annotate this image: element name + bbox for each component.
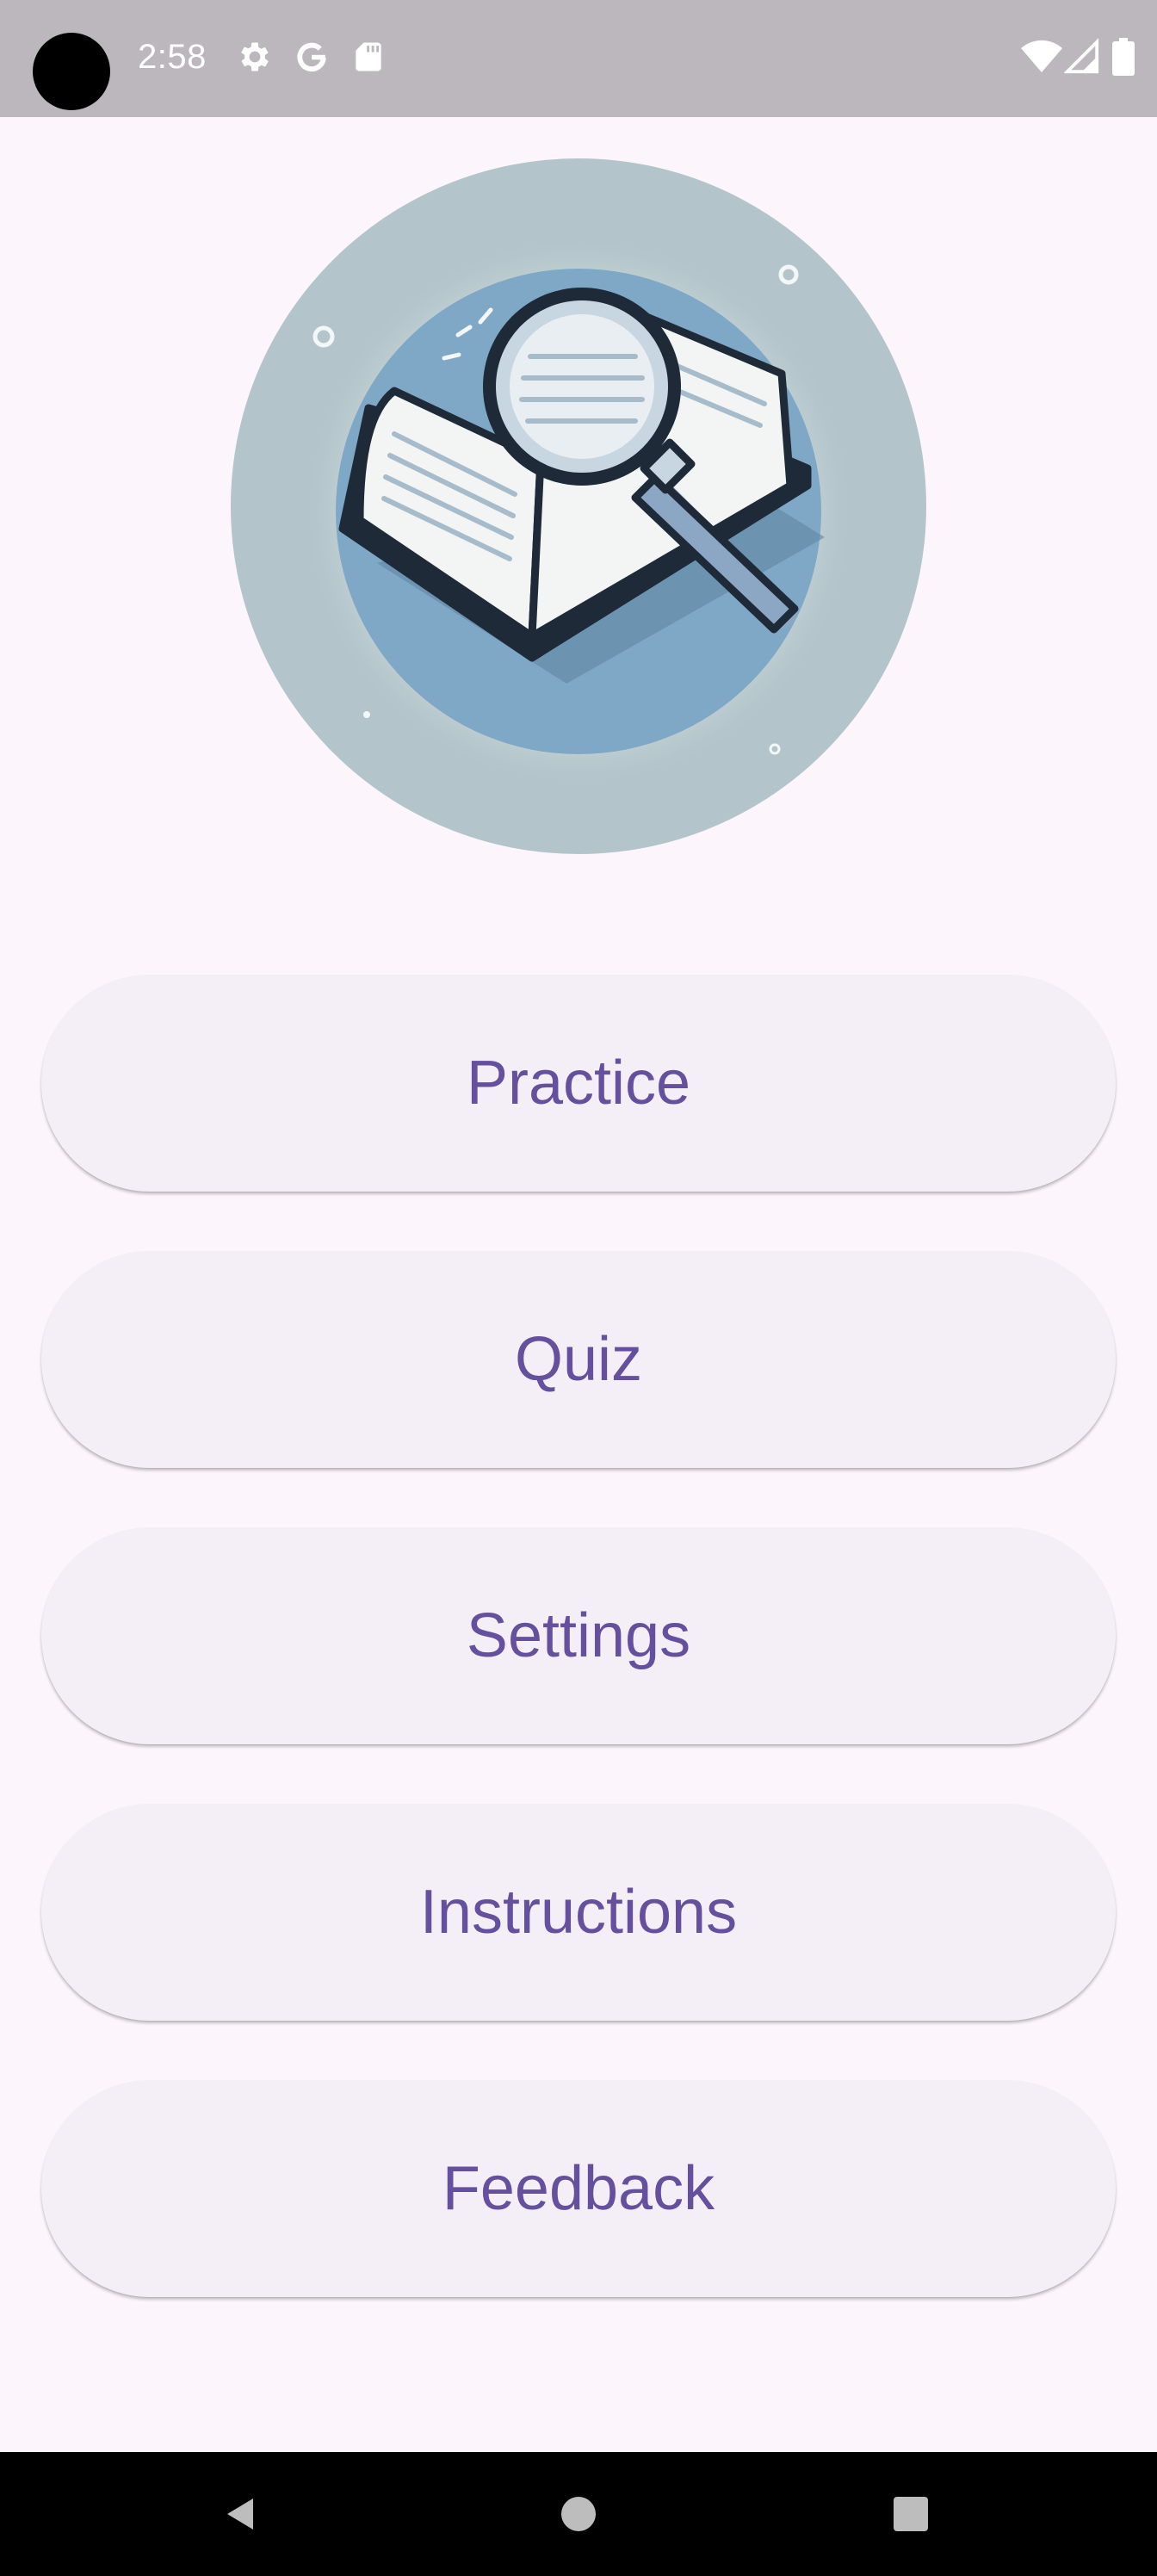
settings-gear-icon	[236, 38, 274, 76]
book-magnifier-illustration	[231, 158, 926, 854]
sd-card-icon	[350, 38, 387, 76]
battery-icon	[1112, 38, 1136, 76]
quiz-button-label: Quiz	[514, 1325, 643, 1394]
feedback-button-label: Feedback	[442, 2154, 715, 2223]
settings-button-label: Settings	[466, 1601, 691, 1670]
status-time: 2:58	[138, 38, 207, 76]
navigation-bar	[0, 2452, 1157, 2576]
settings-button[interactable]: Settings	[41, 1527, 1116, 1744]
back-icon[interactable]	[210, 2483, 272, 2545]
instructions-button[interactable]: Instructions	[41, 1804, 1116, 2021]
status-bar: 2:58	[0, 0, 1157, 117]
recents-icon[interactable]	[880, 2483, 942, 2545]
home-icon[interactable]	[548, 2483, 609, 2545]
practice-button[interactable]: Practice	[41, 975, 1116, 1192]
main-content: Practice Quiz Settings Instructions Feed…	[0, 117, 1157, 2452]
feedback-button[interactable]: Feedback	[41, 2080, 1116, 2297]
google-icon	[293, 38, 331, 76]
practice-button-label: Practice	[466, 1049, 691, 1118]
wifi-icon	[1021, 38, 1062, 76]
instructions-button-label: Instructions	[419, 1878, 738, 1947]
cell-signal-icon	[1063, 38, 1102, 76]
camera-cutout	[33, 33, 110, 110]
quiz-button[interactable]: Quiz	[41, 1251, 1116, 1468]
